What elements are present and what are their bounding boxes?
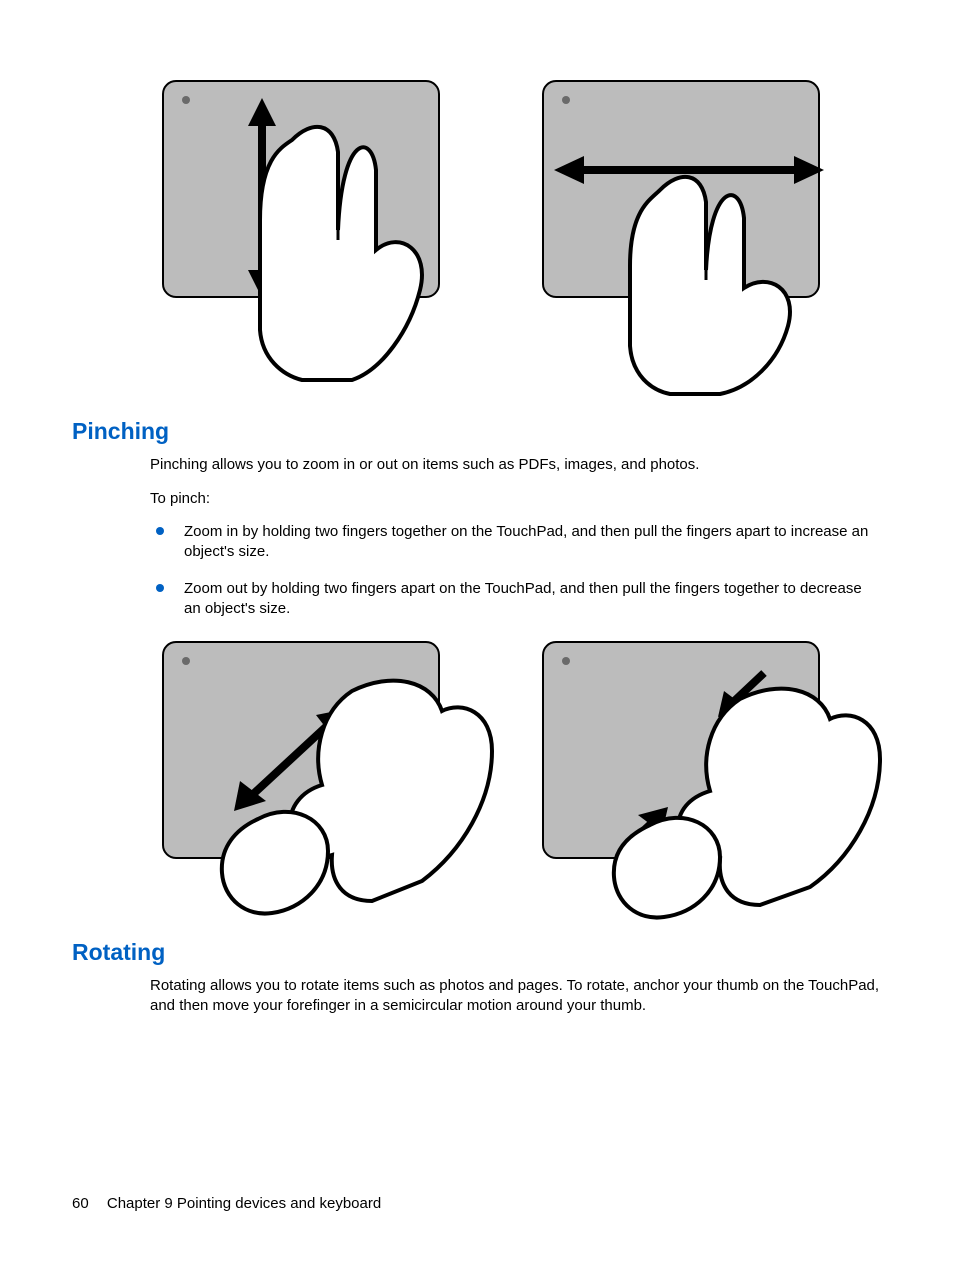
pinch-figures-row	[162, 641, 882, 911]
touchpad-light-icon	[182, 657, 190, 665]
rotating-body: Rotating allows you to rotate items such…	[150, 976, 882, 1015]
heading-rotating: Rotating	[72, 939, 882, 966]
list-item: Zoom in by holding two fingers together …	[150, 522, 882, 563]
pinching-intro: Pinching allows you to zoom in or out on…	[150, 455, 882, 475]
touchpad-light-icon	[562, 96, 570, 104]
chapter-label: Chapter 9 Pointing devices and keyboard	[107, 1195, 381, 1212]
document-page: Pinching Pinching allows you to zoom in …	[0, 0, 954, 1270]
rotating-intro: Rotating allows you to rotate items such…	[150, 976, 882, 1015]
figure-pinch-zoom-out	[542, 641, 862, 911]
touchpad-light-icon	[182, 96, 190, 104]
page-number: 60	[72, 1195, 89, 1212]
touchpad-light-icon	[562, 657, 570, 665]
touchpad-icon	[162, 641, 440, 859]
heading-pinching: Pinching	[72, 418, 882, 445]
list-item: Zoom out by holding two fingers apart on…	[150, 579, 882, 620]
pinching-lead: To pinch:	[150, 489, 882, 509]
pinching-bullets: Zoom in by holding two fingers together …	[150, 522, 882, 619]
touchpad-icon	[542, 641, 820, 859]
figure-pinch-zoom-in	[162, 641, 482, 911]
scroll-figures-row	[162, 80, 882, 390]
figure-scroll-horizontal	[542, 80, 862, 390]
page-footer: 60 Chapter 9 Pointing devices and keyboa…	[72, 1195, 381, 1212]
figure-scroll-vertical	[162, 80, 482, 390]
touchpad-icon	[162, 80, 440, 298]
pinching-body: Pinching allows you to zoom in or out on…	[150, 455, 882, 619]
touchpad-icon	[542, 80, 820, 298]
